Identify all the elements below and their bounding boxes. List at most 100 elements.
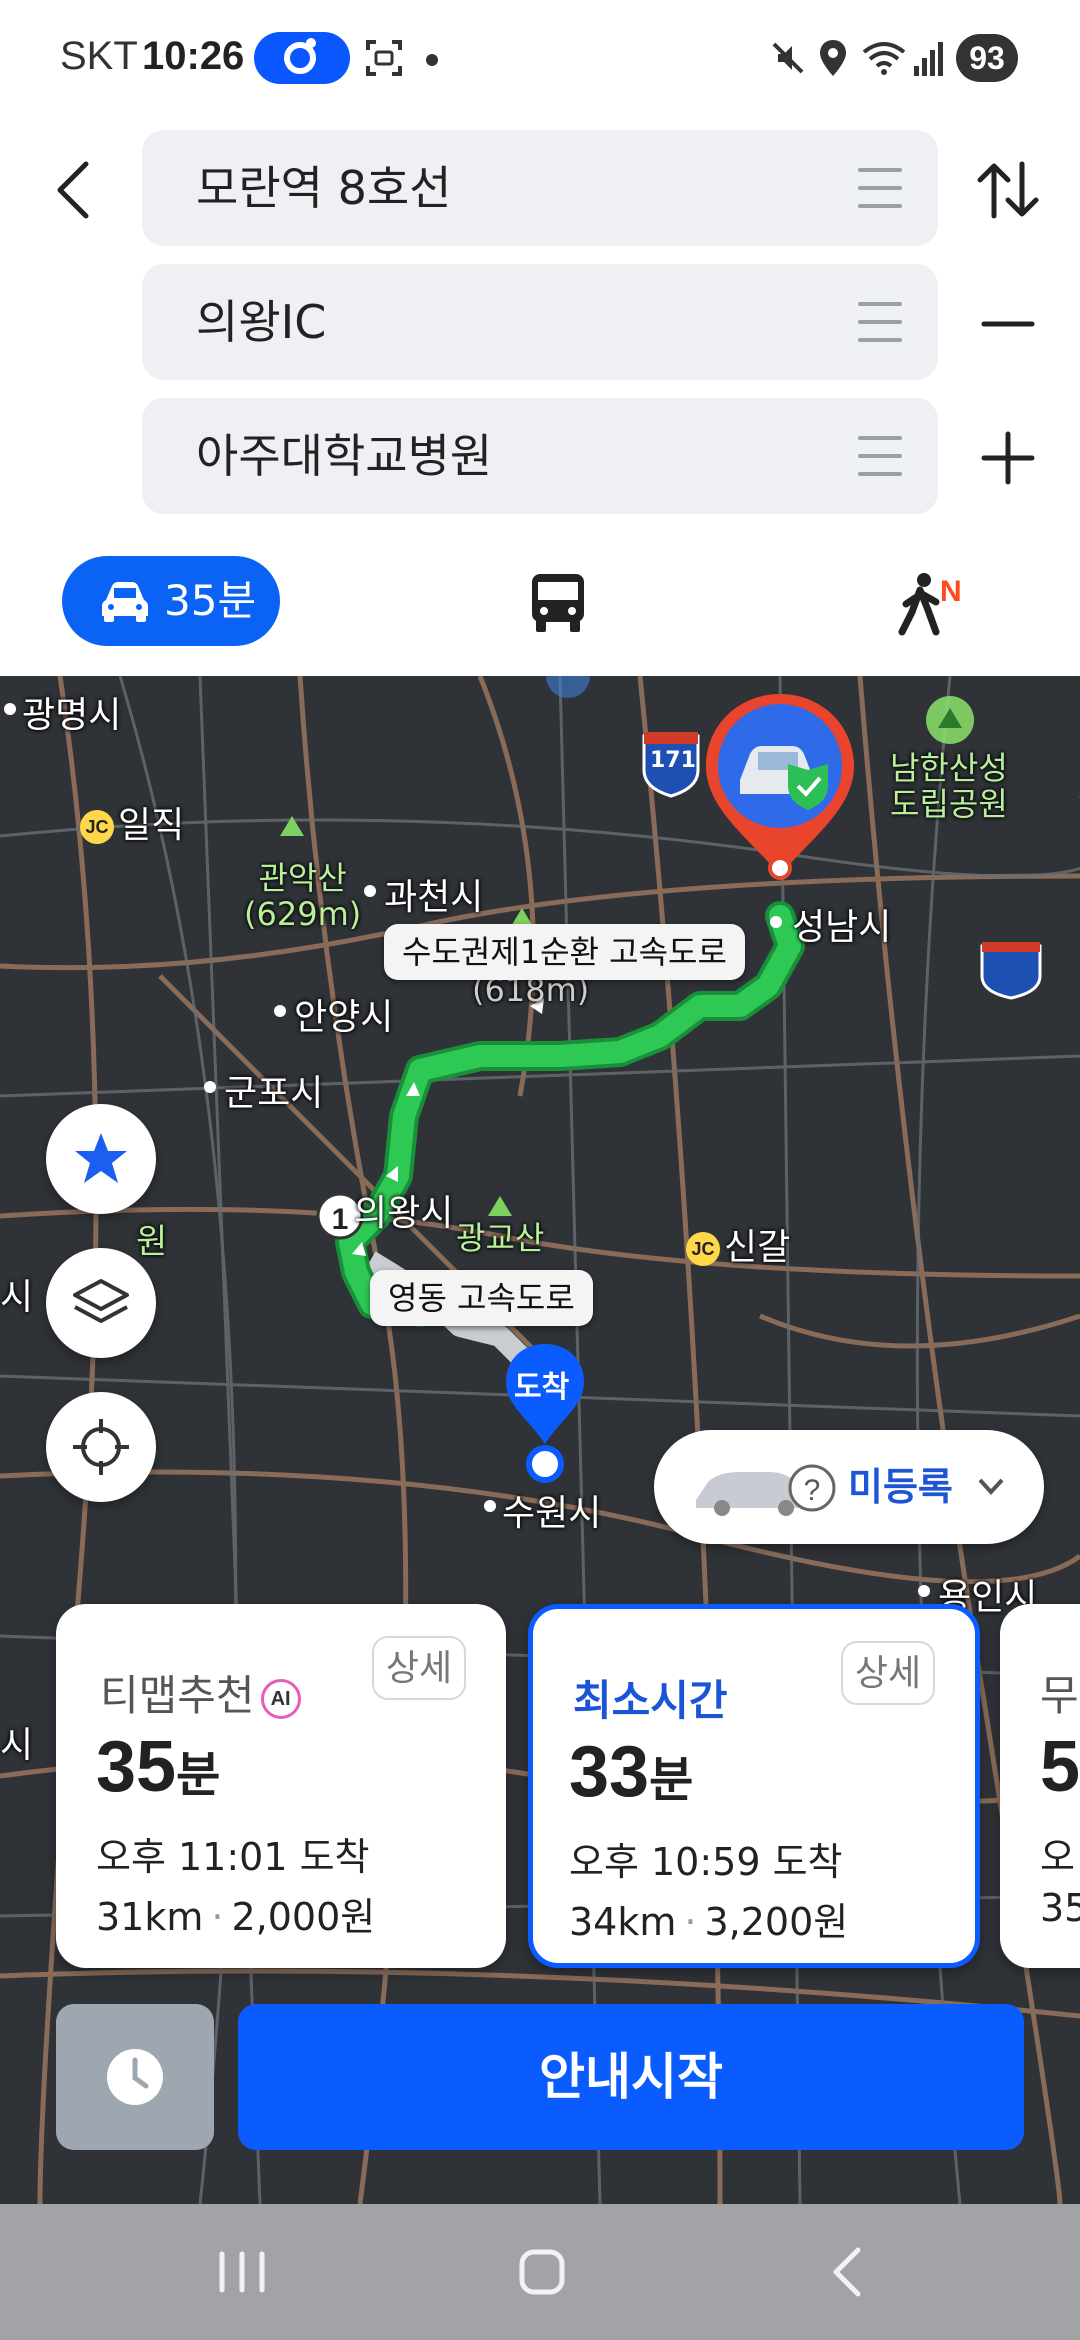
junction-iljik-label: 일직 [118,805,185,846]
route-arrival: 오후 10:59 도착 [569,1840,843,1884]
route-title: 무 [1040,1671,1079,1720]
route-title: 티맵추천 AI [100,1662,301,1723]
place-left-won: 원 [136,1222,168,1262]
place-left-si-2: 시 [0,1725,34,1766]
place-gwanggyosan: 광교산 [456,1219,545,1257]
vehicle-register-label: 미등록 [848,1465,953,1509]
drag-handle-icon[interactable] [858,302,902,342]
route-detail-button[interactable]: 상세 [841,1641,935,1705]
route-card-fastest[interactable]: 최소시간 상세 33분 오후 10:59 도착 34km · 3,200원 [528,1604,980,1968]
back-button[interactable] [40,150,110,230]
waypoint-number: 1 [332,1203,349,1236]
recent-apps-icon[interactable] [192,2232,292,2312]
drag-handle-icon[interactable] [858,436,902,476]
layers-button[interactable] [46,1248,156,1358]
route-duration-value: 35 [96,1727,177,1807]
remove-waypoint-button[interactable] [968,284,1048,364]
route-toll: 3,200원 [704,1900,849,1944]
arrival-marker-label: 도착 [514,1370,570,1405]
route-duration-value: 5 [1040,1727,1080,1807]
route-title-text: 티맵추천 [100,1671,255,1720]
tab-car[interactable]: 35분 [62,556,280,646]
waypoint-field[interactable]: 의왕IC [142,264,938,380]
car-icon [102,582,148,622]
destination-field[interactable]: 아주대학교병원 [142,398,938,514]
junction-singal-label: 신갈 [724,1227,791,1268]
wifi-icon [862,42,906,75]
jc-icon: JC [686,1232,720,1266]
junction-iljik: JC 일직 [80,796,184,848]
destination-pin-icon[interactable] [700,690,860,880]
place-gwanaksan: 관악산 (629m) [244,859,362,933]
route-duration: 33분 [569,1731,693,1813]
location-icon [820,40,846,76]
junction-singal: JC 신갈 [686,1218,790,1270]
route-duration-value: 33 [569,1732,650,1812]
start-navigation-button[interactable]: 안내시작 [238,2004,1024,2150]
route-arrival: 오후 11:01 도착 [96,1835,370,1879]
route-title: 최소시간 [573,1676,728,1725]
star-icon [75,1133,127,1183]
svg-text:?: ? [804,1474,821,1507]
place-gwangmyeong: 광명시 [22,695,122,736]
depart-time-button[interactable] [56,2004,214,2150]
vehicle-question-icon: ? [696,1464,836,1516]
screenshot-icon [366,40,402,76]
map-view[interactable]: 1 도착 광명시 과천시 안양시 군포시 의왕시 성남시 수원시 용인시 관악산… [0,676,1080,2204]
drag-handle-icon[interactable] [858,168,902,208]
origin-field[interactable]: 모란역 8호선 [142,130,938,246]
status-bar: SKT 10:26 93 [0,0,1080,120]
route-duration-unit: 분 [649,1752,694,1808]
place-left-si-1: 시 [0,1277,34,1318]
my-location-button[interactable] [46,1392,156,1502]
place-gwacheon: 과천시 [384,877,484,918]
crosshair-icon [73,1419,129,1475]
route-meta: 35 [1040,1886,1080,1930]
route-duration-unit: 분 [176,1747,221,1803]
notification-dot [426,54,438,66]
vehicle-register-button[interactable]: ? 미등록 [654,1430,1044,1544]
mute-icon [772,42,804,74]
home-icon[interactable] [492,2232,592,2312]
route-distance: 31km [96,1895,204,1939]
place-uiwang: 의왕시 [354,1193,454,1234]
favorites-button[interactable] [46,1104,156,1214]
swap-route-button[interactable] [968,150,1048,230]
app-pill-icon [254,32,350,84]
route-toll: 2,000원 [231,1895,376,1939]
route-duration: 5 [1040,1726,1080,1808]
place-anyang: 안양시 [294,997,394,1038]
signal-icon [914,42,943,76]
place-gunpo: 군포시 [224,1073,324,1114]
waypoint-text: 의왕IC [196,295,327,349]
route-card-free[interactable]: 무 5 오 35 [1000,1604,1080,1968]
route-card-recommended[interactable]: 티맵추천 AI 상세 35분 오후 11:01 도착 31km · 2,000원 [56,1604,506,1968]
clock-time: 10:26 [142,34,245,78]
place-suwon: 수원시 [502,1493,602,1534]
walk-new-badge: N [940,575,962,608]
jc-icon: JC [80,810,114,844]
highway-shield-number: 171 [650,748,696,773]
origin-text: 모란역 8호선 [196,161,452,215]
route-distance: 34km [569,1900,677,1944]
road-tag-yeongdong[interactable]: 영동 고속도로 [370,1270,593,1326]
route-detail-button[interactable]: 상세 [372,1636,466,1700]
tab-bus[interactable] [528,572,588,634]
road-tag-sudogwon[interactable]: 수도권제1순환 고속도로 [384,924,745,980]
route-meta: 34km · 3,200원 [569,1900,849,1944]
route-duration: 35분 [96,1726,220,1808]
route-meta: 31km · 2,000원 [96,1895,376,1939]
carrier-label: SKT [60,34,138,78]
car-duration-label: 35분 [164,576,257,625]
route-arrival: 오 [1040,1835,1075,1879]
place-seongnam: 성남시 [792,907,892,948]
layers-icon [73,1279,129,1323]
system-nav-bar [0,2204,1080,2340]
add-waypoint-button[interactable] [968,418,1048,498]
clock-icon [107,2049,163,2105]
destination-text: 아주대학교병원 [196,429,493,483]
chevron-down-icon [978,1478,1004,1495]
battery-indicator: 93 [956,34,1018,82]
nav-back-icon[interactable] [800,2232,900,2312]
ai-badge: AI [260,1678,301,1719]
